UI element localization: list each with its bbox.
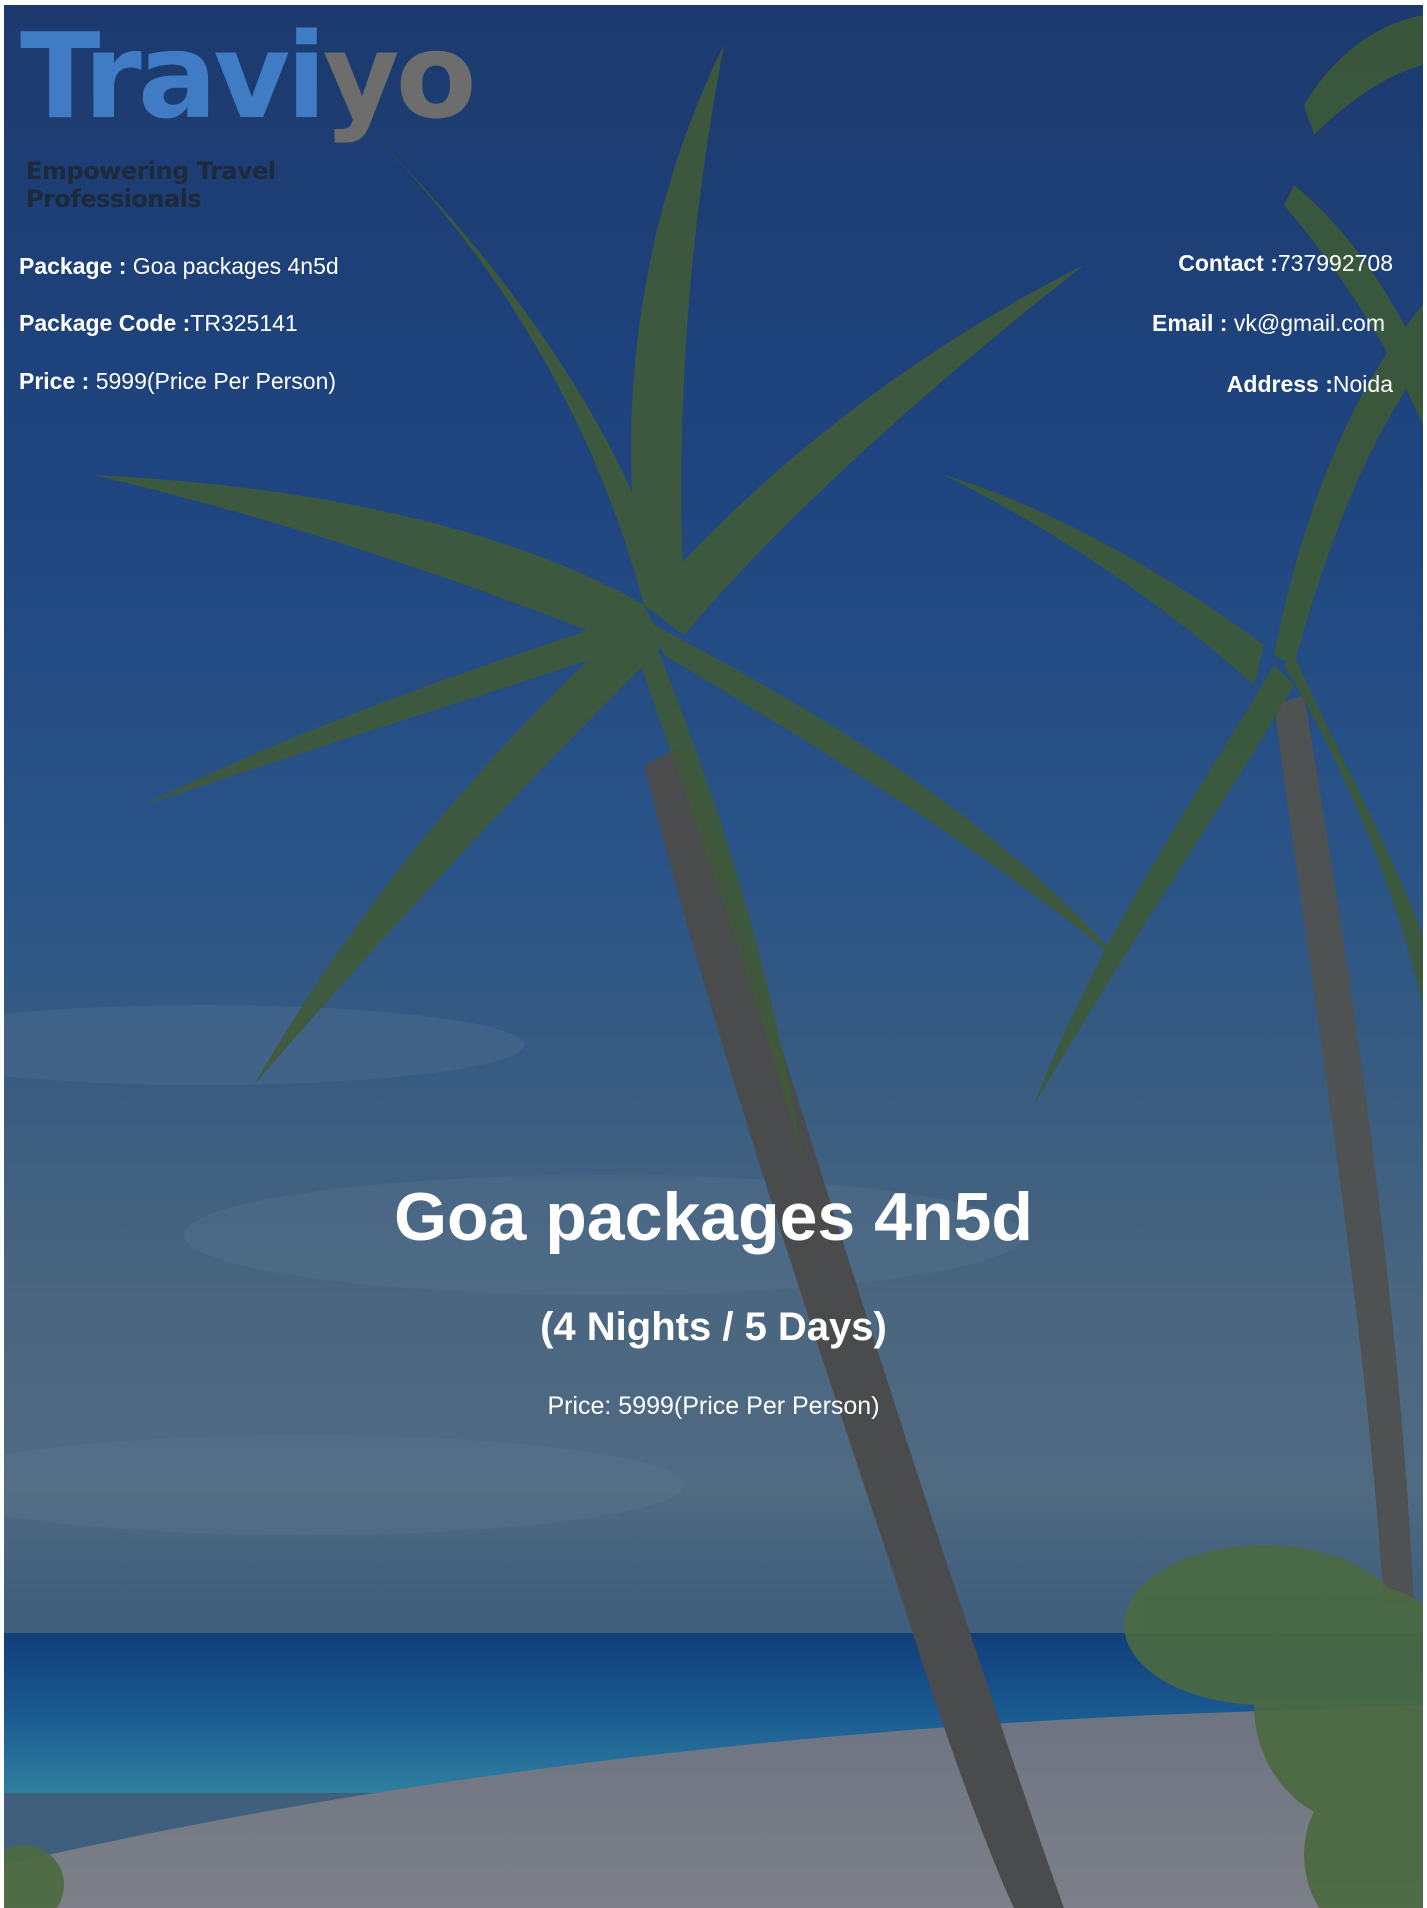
package-name-line: Package : Goa packages 4n5d [19,255,339,278]
address-value: Noida [1332,371,1393,397]
contact-value: 737992708 [1277,250,1393,276]
company-logo: Traviyo Empowering Travel Professionals [20,17,477,213]
price-value: 5999(Price Per Person) [95,368,337,394]
contact-label: Contact : [1178,250,1278,276]
package-value: Goa packages 4n5d [132,253,339,279]
beach-background-image [4,15,1423,1908]
contact-line: Contact :737992708 [1178,252,1393,275]
package-label: Package : [19,253,127,279]
brochure-cover: Traviyo Empowering Travel Professionals … [4,5,1423,1908]
email-line: Email : vk@gmail.com [1152,312,1385,335]
package-code-line: Package Code :TR325141 [19,312,298,335]
hero-price: Price: 5999(Price Per Person) [547,1392,880,1420]
package-code-label: Package Code : [19,310,191,336]
address-label: Address : [1226,371,1333,397]
package-code-value: TR325141 [190,310,298,336]
price-line: Price : 5999(Price Per Person) [19,370,336,393]
logo-wordmark: Traviyo [20,7,477,145]
address-line: Address :Noida [1227,373,1393,396]
hero-duration: (4 Nights / 5 Days) [540,1305,887,1349]
logo-tagline: Empowering Travel Professionals [26,157,276,213]
hero-title: Goa packages 4n5d [394,1179,1033,1255]
price-label: Price : [19,368,90,394]
email-value: vk@gmail.com [1233,310,1385,336]
email-label: Email : [1152,310,1228,336]
